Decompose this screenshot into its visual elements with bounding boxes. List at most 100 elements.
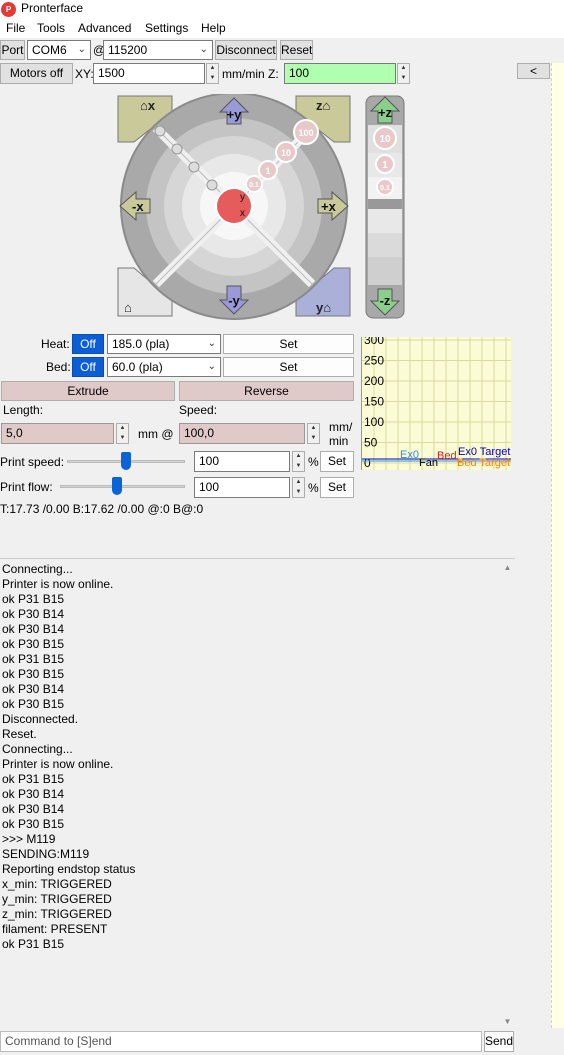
title-bar [0, 0, 564, 18]
xy-feedrate-input[interactable]: 1500 [93, 63, 205, 84]
console-line: >>> M119 [2, 832, 56, 846]
speed-spinner[interactable]: ▲ ▼ [307, 423, 320, 444]
port-button[interactable]: Port [0, 40, 25, 60]
plus-y-label: +y [227, 107, 243, 122]
bed-temp-select[interactable]: 60.0 (pla) ⌄ [107, 357, 221, 377]
baud-select[interactable]: 115200 ⌄ [103, 40, 213, 60]
reset-button[interactable]: Reset [280, 40, 313, 60]
print-speed-spinner[interactable]: ▲ ▼ [292, 451, 305, 472]
z-step-10-label: 10 [379, 134, 391, 145]
port-select[interactable]: COM6 ⌄ [27, 40, 91, 60]
length-input[interactable]: 5,0 [1, 423, 114, 444]
chevron-down-icon: ⌄ [207, 361, 216, 372]
console-line: Disconnected. [2, 712, 79, 726]
disconnect-button[interactable]: Disconnect [215, 40, 277, 60]
step-10-label: 10 [281, 148, 291, 158]
command-input[interactable]: Command to [S]end [0, 1031, 482, 1052]
console-line: ok P30 B14 [2, 622, 65, 636]
z-jog-control[interactable]: +z -z 10 1 0.1 [365, 95, 405, 320]
minus-z-label: -z [380, 293, 391, 308]
home-y-label: y⌂ [316, 300, 331, 315]
console-line: ok P30 B15 [2, 667, 65, 681]
length-unit: mm @ [138, 427, 174, 441]
y-tick-label: 150 [364, 395, 384, 409]
y-tick-label: 300 [364, 337, 384, 347]
bed-temp-value: 60.0 (pla) [112, 360, 163, 374]
print-speed-set-button[interactable]: Set [320, 451, 354, 472]
send-button[interactable]: Send [484, 1031, 514, 1052]
y-tick-label: 200 [364, 374, 384, 388]
console-line: Reporting endstop status [2, 862, 136, 876]
collapse-button[interactable]: < [517, 63, 550, 79]
units-label: mm/min Z: [222, 67, 279, 81]
heat-label: Heat: [41, 337, 70, 351]
z-feedrate-input[interactable]: 100 [284, 63, 396, 84]
minus-y-label: -y [228, 293, 240, 308]
heat-off-button[interactable]: Off [72, 334, 104, 354]
legend-label: Ex0 [400, 449, 419, 461]
print-flow-spinner[interactable]: ▲ ▼ [292, 477, 305, 498]
legend-label: Fan [419, 457, 438, 469]
temperature-graph: 300 250 200 150 100 50 0 Ex0 Fan Bed Ex0 Target Bed… [361, 337, 511, 470]
print-speed-unit: % [308, 455, 319, 469]
bed-label: Bed: [46, 360, 71, 374]
home-x-label: ⌂x [140, 98, 156, 113]
xy-jog-control[interactable]: ⌂x z⌂ y⌂ ⌂ +y -y +x -x 100 10 1 0.1 y x [116, 94, 352, 320]
print-flow-slider[interactable] [111, 477, 122, 495]
console-line: filament: PRESENT [2, 922, 108, 936]
console-line: ok P31 B15 [2, 592, 65, 606]
jog-center-button[interactable] [215, 187, 253, 225]
console-line: Printer is now online. [2, 757, 114, 771]
step-100-label: 100 [298, 128, 313, 138]
length-spinner[interactable]: ▲ ▼ [116, 423, 129, 444]
console-line: SENDING:M119 [2, 847, 90, 861]
print-flow-set-button[interactable]: Set [320, 477, 354, 498]
motors-off-button[interactable]: Motors off [0, 63, 73, 84]
scroll-down-icon[interactable]: ▼ [500, 1017, 515, 1026]
heat-set-button[interactable]: Set [223, 334, 354, 354]
console-line: ok P30 B14 [2, 607, 65, 621]
temperature-graph-svg: 300250200150100500Ex0FanBed Ex0 TargetBed… [362, 337, 511, 470]
menu-tools[interactable]: Tools [37, 21, 65, 35]
bed-off-button[interactable]: Off [72, 357, 104, 377]
speed-unit-bottom: min [329, 434, 349, 448]
bed-set-button[interactable]: Set [223, 357, 354, 377]
console-line: Connecting... [2, 742, 73, 756]
menu-settings[interactable]: Settings [145, 21, 188, 35]
baud-value: 115200 [108, 43, 148, 57]
console-line: x_min: TRIGGERED [2, 877, 112, 891]
reverse-button[interactable]: Reverse [179, 381, 354, 401]
y-tick-label: 50 [364, 436, 378, 450]
menu-help[interactable]: Help [201, 21, 226, 35]
console-line: ok P30 B14 [2, 802, 65, 816]
chevron-down-icon: ⌄ [77, 44, 86, 55]
console-line: ok P30 B14 [2, 787, 65, 801]
z-feedrate-spinner[interactable]: ▲ ▼ [397, 63, 410, 84]
heat-temp-value: 185.0 (pla) [112, 337, 170, 351]
console-scrollbar[interactable]: ▲ ▼ [500, 559, 515, 1028]
console-line: ok P30 B14 [2, 682, 65, 696]
scroll-up-icon[interactable]: ▲ [500, 563, 515, 572]
print-speed-input[interactable]: 100 [194, 451, 290, 472]
length-label: Length: [3, 403, 44, 417]
port-value: COM6 [32, 43, 67, 57]
heat-temp-select[interactable]: 185.0 (pla) ⌄ [107, 334, 221, 354]
temperature-status: T:17.73 /0.00 B:17.62 /0.00 @:0 B@:0 [0, 502, 204, 516]
print-speed-label: Print speed: [0, 455, 65, 469]
y-tick-label: 250 [364, 354, 384, 368]
print-flow-label: Print flow: [0, 480, 53, 494]
print-flow-input[interactable]: 100 [194, 477, 290, 498]
extrude-button[interactable]: Extrude [1, 381, 175, 401]
plus-z-label: +z [378, 105, 393, 120]
console-line: Reset. [2, 727, 37, 741]
menu-advanced[interactable]: Advanced [78, 21, 131, 35]
home-all-label: ⌂ [124, 300, 132, 315]
speed-input[interactable]: 100,0 [179, 423, 305, 444]
xy-label: XY: [75, 67, 94, 81]
legend-label: Bed [437, 450, 457, 462]
menu-file[interactable]: File [6, 21, 25, 35]
speed-unit-top: mm/ [329, 420, 353, 434]
print-speed-slider[interactable] [121, 452, 131, 470]
xy-feedrate-spinner[interactable]: ▲ ▼ [206, 63, 219, 84]
center-x-label: x [240, 208, 245, 219]
